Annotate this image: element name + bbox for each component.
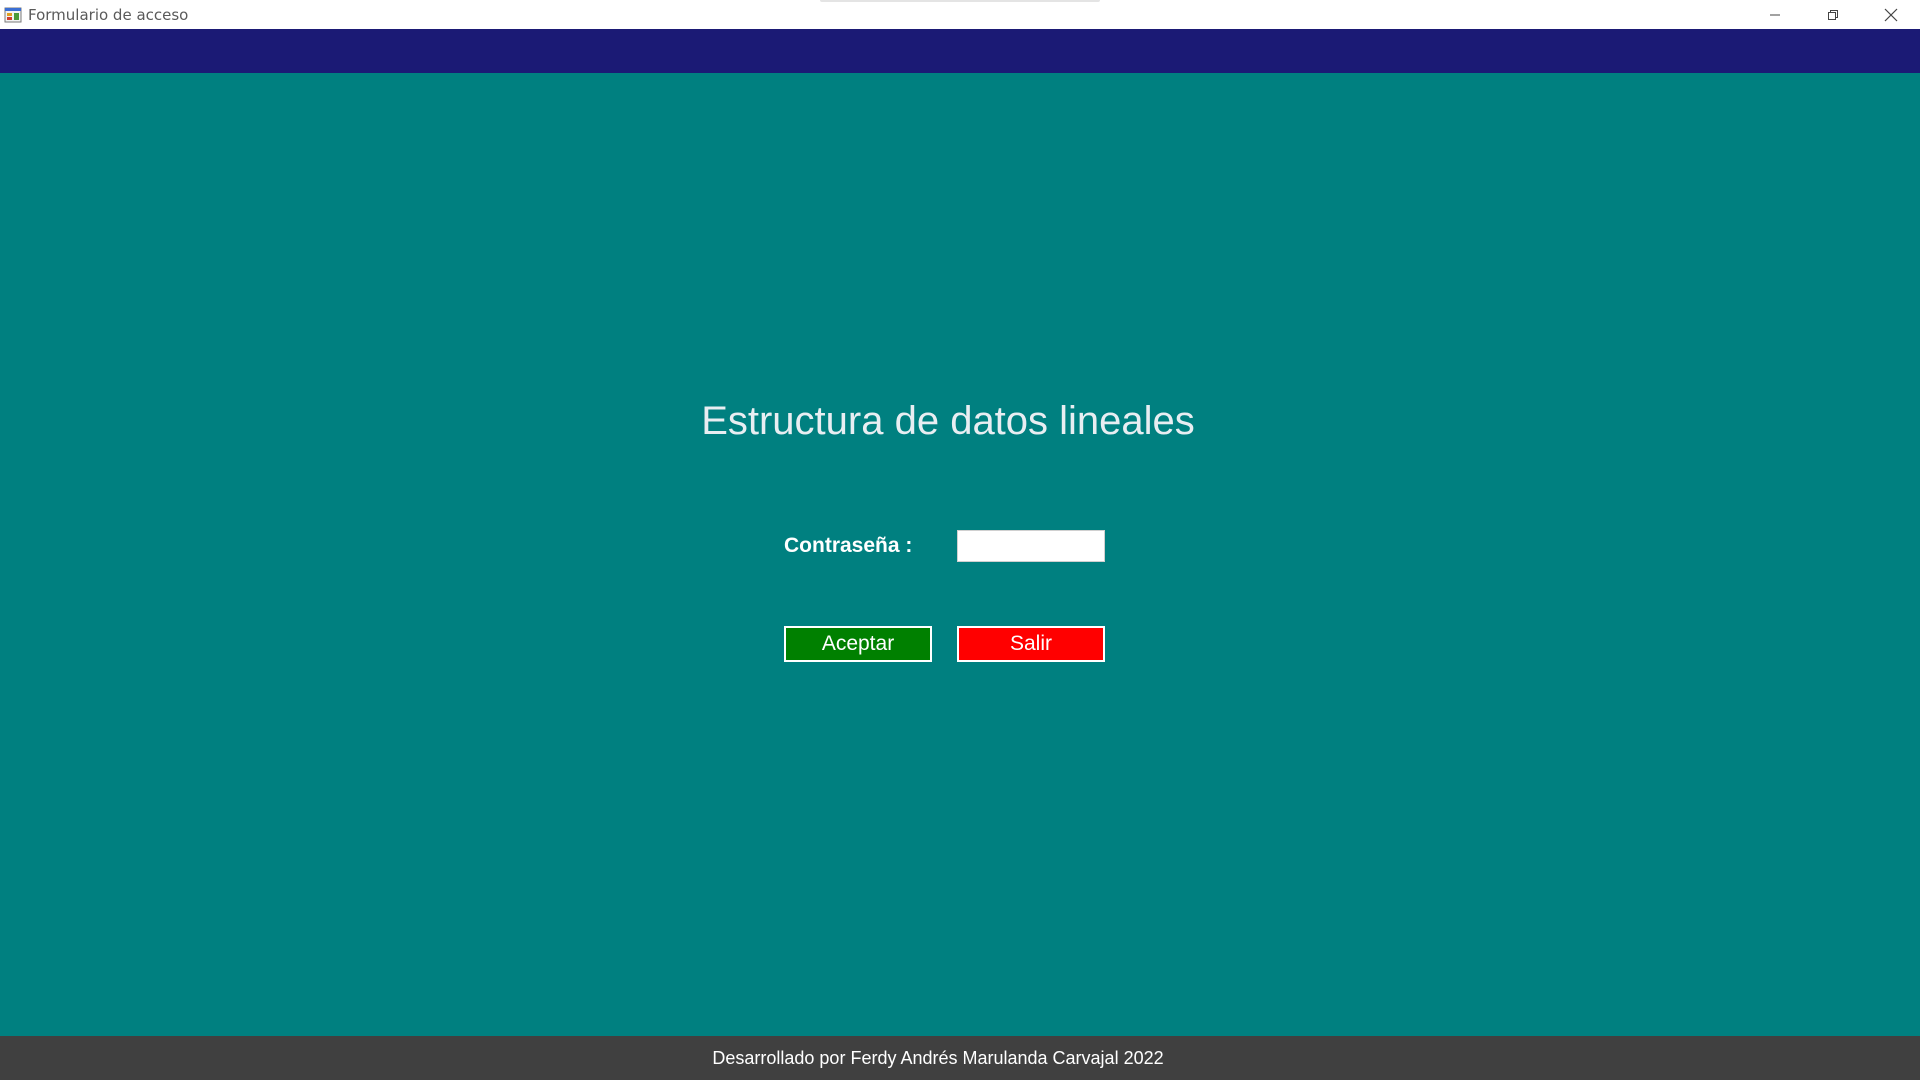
page-title: Estructura de datos lineales xyxy=(701,399,1195,443)
close-icon xyxy=(1884,8,1898,21)
restore-icon xyxy=(1828,9,1838,20)
password-label: Contraseña : xyxy=(784,534,913,557)
minimize-button[interactable] xyxy=(1746,0,1804,29)
login-window: Formulario de acceso Estructura de datos… xyxy=(0,0,1920,1080)
window-title: Formulario de acceso xyxy=(28,5,189,24)
top-band xyxy=(0,29,1920,73)
footer-credit: Desarrollado por Ferdy Andrés Marulanda … xyxy=(0,1036,1920,1080)
accept-button[interactable]: Aceptar xyxy=(784,626,932,662)
restore-button[interactable] xyxy=(1804,0,1862,29)
close-button[interactable] xyxy=(1862,0,1920,29)
title-bar[interactable]: Formulario de acceso xyxy=(0,0,1920,29)
minimize-icon xyxy=(1770,14,1780,15)
exit-button[interactable]: Salir xyxy=(957,626,1105,662)
title-notch xyxy=(820,0,1100,2)
window-controls xyxy=(1746,0,1920,29)
password-input[interactable] xyxy=(957,530,1105,562)
form-app-icon xyxy=(4,7,22,22)
